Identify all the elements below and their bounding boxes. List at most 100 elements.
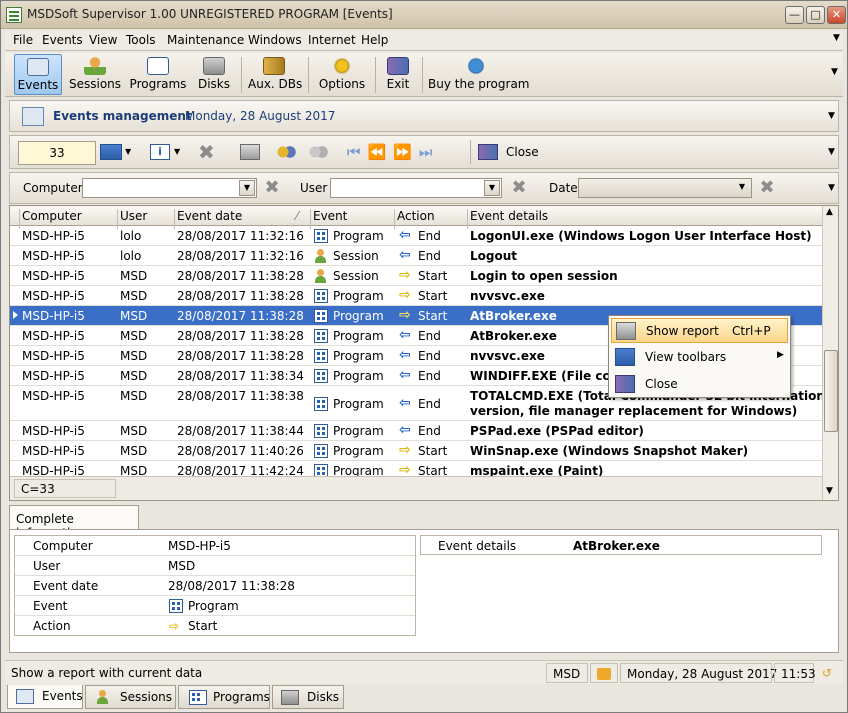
table-row[interactable]: MSD-HP-i5 MSD 28/08/2017 11:38:44 Program ⇦ E… (10, 421, 822, 441)
cell-event: Session (333, 269, 379, 283)
menu-windows[interactable]: Windows (248, 33, 302, 47)
scroll-up-icon[interactable]: ▲ (826, 207, 833, 217)
first-record-icon[interactable]: ⏮ (347, 143, 368, 161)
status-tray-icon[interactable]: ↺ (816, 663, 842, 683)
context-menu-view-toolbars[interactable]: View toolbars ▶ (611, 345, 788, 370)
complete-information-panel: Complete information Computer MSD-HP-i5 … (9, 505, 839, 657)
filterbar-chevron-icon[interactable]: ▼ (828, 183, 835, 193)
column-header-event-date[interactable]: Event date (177, 209, 242, 223)
bottom-tab-sessions[interactable]: Sessions (85, 685, 176, 709)
end-arrow-icon: ⇦ (399, 347, 411, 363)
title-bar[interactable]: MSDSoft Supervisor 1.00 UNREGISTERED PRO… (1, 1, 847, 29)
close-panel-icon[interactable] (478, 144, 498, 160)
toolbar-separator (470, 140, 471, 164)
cell-user: MSD (120, 289, 148, 303)
column-header-user[interactable]: User (120, 209, 147, 223)
column-header-computer[interactable]: Computer (22, 209, 82, 223)
table-row[interactable]: MSD-HP-i5 MSD 28/08/2017 11:40:26 Program ⇨ S… (10, 441, 822, 461)
column-header-event-details[interactable]: Event details (470, 209, 548, 223)
toolbar-options-button[interactable]: Options (317, 54, 367, 95)
close-window-button[interactable]: ✕ (827, 6, 846, 24)
panel-chevron-icon[interactable]: ▼ (828, 111, 835, 121)
programs-icon (147, 57, 169, 75)
bottom-tab-events[interactable]: Events (7, 685, 83, 709)
date-filter-combo[interactable]: ▼ (578, 178, 752, 198)
chevron-down-icon[interactable]: ▼ (484, 180, 500, 196)
minimize-button[interactable]: — (785, 6, 804, 24)
scrollbar-thumb[interactable] (824, 350, 838, 432)
menu-view[interactable]: View (89, 33, 117, 47)
table-row[interactable]: MSD-HP-i5 lolo 28/08/2017 11:32:16 Session ⇦… (10, 246, 822, 266)
bottom-tab-disks[interactable]: Disks (272, 685, 344, 709)
clear-user-filter-icon[interactable]: ✖ (509, 178, 529, 198)
disks-icon (281, 690, 299, 705)
next-page-icon[interactable]: ⏩ (393, 143, 419, 161)
close-panel-button[interactable]: Close (506, 145, 539, 159)
clear-filter-icon[interactable] (308, 144, 328, 160)
navbar-chevron-icon[interactable]: ▼ (828, 147, 835, 157)
menu-file[interactable]: File (13, 33, 33, 47)
menu-events[interactable]: Events (42, 33, 83, 47)
computer-filter-combo[interactable]: ▼ (82, 178, 257, 198)
grid-view-dropdown-icon[interactable]: ▼ (125, 147, 131, 156)
filter-icon[interactable] (276, 144, 296, 160)
user-filter-combo[interactable]: ▼ (330, 178, 502, 198)
cell-computer: MSD-HP-i5 (22, 269, 85, 283)
cell-event: Program (333, 229, 384, 243)
cell-event: Program (333, 289, 384, 303)
chevron-down-icon[interactable]: ▼ (734, 180, 750, 196)
table-row[interactable]: MSD-HP-i5 MSD 28/08/2017 11:38:28 Session ⇨ S… (10, 266, 822, 286)
navigation-toolbar: 33 ▼ i ▼ ✖ ⏮⏪⏩⏭ Close ▼ (9, 135, 839, 169)
print-icon[interactable] (240, 144, 260, 160)
grid-vertical-scrollbar[interactable]: ▲ ▼ (822, 206, 838, 500)
start-arrow-icon: ⇨ (399, 267, 411, 283)
lock-icon[interactable] (590, 663, 618, 683)
previous-page-icon[interactable]: ⏪ (368, 143, 394, 161)
table-row[interactable]: MSD-HP-i5 MSD 28/08/2017 11:38:28 Program ⇨ S… (10, 286, 822, 306)
start-arrow-icon: ⇨ (399, 442, 411, 458)
menu-help[interactable]: Help (361, 33, 388, 47)
program-icon (314, 397, 328, 411)
context-menu-close[interactable]: Close (611, 372, 788, 397)
column-header-action[interactable]: Action (397, 209, 435, 223)
toolbar-buy-button[interactable]: Buy the program (428, 54, 529, 95)
toolbar-aux-dbs-button[interactable]: Aux. DBs (248, 54, 302, 95)
chevron-down-icon[interactable]: ▼ (239, 180, 255, 196)
column-header-event[interactable]: Event (313, 209, 347, 223)
program-icon (169, 599, 183, 613)
window-title: MSDSoft Supervisor 1.00 UNREGISTERED PRO… (27, 7, 393, 21)
toolbar-programs-button[interactable]: Programs (129, 54, 187, 95)
grid-view-icon[interactable] (100, 144, 122, 160)
menubar-chevron-icon[interactable]: ▼ (833, 33, 840, 43)
clear-computer-filter-icon[interactable]: ✖ (262, 178, 282, 198)
scroll-down-icon[interactable]: ▼ (826, 486, 833, 496)
toolbar-disks-button[interactable]: Disks (195, 54, 233, 95)
grid-header: Computer User Event date ⁄ Event Action … (10, 206, 822, 229)
cell-event: Program (333, 397, 384, 411)
last-record-icon[interactable]: ⏭ (419, 143, 440, 161)
clear-date-filter-icon[interactable]: ✖ (757, 178, 777, 198)
end-arrow-icon: ⇦ (399, 227, 411, 243)
info-icon[interactable]: i (150, 144, 170, 160)
bottom-tab-programs[interactable]: Programs (178, 685, 270, 709)
panel-date: Monday, 28 August 2017 (185, 109, 336, 123)
tab-complete-information[interactable]: Complete information (9, 505, 139, 540)
events-icon (27, 58, 49, 76)
toolbar-exit-button[interactable]: Exit (382, 54, 414, 95)
toolbar-chevron-icon[interactable]: ▼ (831, 67, 838, 77)
table-row[interactable]: MSD-HP-i5 lolo 28/08/2017 11:32:16 Program ⇦… (10, 226, 822, 246)
program-icon (314, 369, 328, 383)
menu-maintenance[interactable]: Maintenance (167, 33, 244, 47)
app-icon[interactable] (6, 7, 22, 23)
context-menu-show-report[interactable]: Show report Ctrl+P (611, 318, 788, 343)
toolbar-events-button[interactable]: Events (14, 54, 62, 95)
menu-internet[interactable]: Internet (308, 33, 356, 47)
cell-computer: MSD-HP-i5 (22, 229, 85, 243)
toolbar-separator (375, 57, 376, 93)
menu-tools[interactable]: Tools (126, 33, 156, 47)
toolbar-sessions-button[interactable]: Sessions (69, 54, 121, 95)
delete-icon[interactable]: ✖ (198, 142, 218, 162)
info-dropdown-icon[interactable]: ▼ (174, 147, 180, 156)
record-count-field[interactable]: 33 (18, 141, 96, 165)
maximize-button[interactable]: □ (806, 6, 825, 24)
